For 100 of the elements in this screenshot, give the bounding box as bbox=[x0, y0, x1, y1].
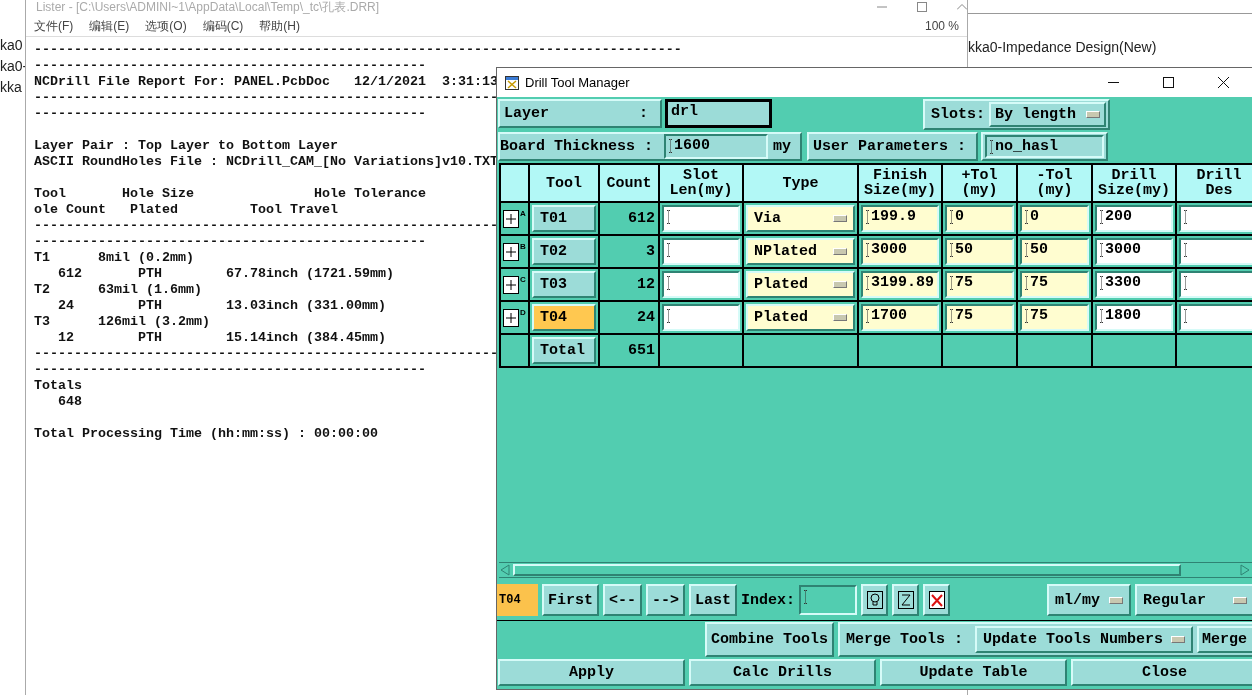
merge-tools-label: Merge Tools : bbox=[844, 630, 964, 650]
text-cursor-icon bbox=[1100, 243, 1103, 257]
menu-item[interactable]: 选项(O) bbox=[145, 17, 187, 35]
report-line: NCDrill File Report For: PANEL.PcbDoc 12/1/2021 3:31:13 bbox=[34, 74, 498, 90]
file-label: ka0 bbox=[0, 36, 24, 54]
text-cursor-icon bbox=[866, 309, 869, 323]
input-field[interactable]: 3199.89 bbox=[861, 271, 939, 298]
delete-button[interactable] bbox=[923, 584, 951, 616]
type-dropdown[interactable]: Plated bbox=[746, 304, 855, 331]
expand-icon[interactable] bbox=[503, 308, 519, 327]
input-field[interactable]: 3300 bbox=[1095, 271, 1173, 298]
input-field[interactable] bbox=[799, 585, 858, 615]
menu-item[interactable]: 文件(F) bbox=[34, 17, 74, 35]
dropdown-indicator-icon bbox=[833, 215, 847, 222]
report-line: ---------------------------------------------------------- bbox=[34, 218, 498, 234]
input-field[interactable]: 50 bbox=[945, 238, 1014, 265]
input-field[interactable] bbox=[662, 238, 740, 265]
action-button[interactable]: Apply bbox=[498, 659, 685, 686]
report-line: Totals bbox=[34, 378, 82, 394]
input-field[interactable] bbox=[1179, 205, 1252, 232]
action-button[interactable]: Close bbox=[1071, 659, 1252, 686]
expand-icon[interactable] bbox=[503, 209, 519, 228]
input-field[interactable] bbox=[662, 304, 740, 331]
input-field[interactable] bbox=[662, 271, 740, 298]
nav-button[interactable]: Last bbox=[689, 584, 738, 616]
file-label: kka0-Impedance Design(New) bbox=[968, 38, 1157, 56]
input-field[interactable] bbox=[1179, 238, 1252, 265]
text-cursor-icon bbox=[1025, 276, 1028, 290]
column-header: -Tol (my) bbox=[1018, 165, 1091, 201]
type-dropdown[interactable]: Via bbox=[746, 205, 855, 232]
current-tool-label: T04 bbox=[497, 584, 538, 616]
file-label: kka bbox=[0, 78, 23, 96]
tool-button[interactable]: T04 bbox=[532, 304, 596, 331]
input-field[interactable]: 1700 bbox=[861, 304, 939, 331]
input-field[interactable]: 200 bbox=[1095, 205, 1173, 232]
tool-button[interactable]: T01 bbox=[532, 205, 596, 232]
input-field[interactable] bbox=[662, 205, 740, 232]
hint-button[interactable] bbox=[861, 584, 889, 616]
tool-button[interactable]: T03 bbox=[532, 271, 596, 298]
menu-item[interactable]: 帮助(H) bbox=[259, 17, 300, 35]
layer-field[interactable]: drl bbox=[665, 99, 772, 128]
input-field[interactable]: 1600 bbox=[664, 134, 768, 159]
expand-icon[interactable] bbox=[503, 242, 519, 261]
slots-label: Slots: bbox=[930, 105, 985, 125]
nav-button[interactable]: <-- bbox=[603, 584, 643, 616]
action-button[interactable]: Calc Drills bbox=[689, 659, 876, 686]
close-icon[interactable] bbox=[1218, 77, 1229, 88]
layer-button[interactable]: Layer : bbox=[498, 99, 662, 128]
merge-button[interactable]: Merge bbox=[1197, 626, 1252, 653]
dropdown-indicator-icon bbox=[1233, 596, 1247, 604]
lightbulb-icon bbox=[866, 591, 883, 609]
total-button[interactable]: Total bbox=[532, 337, 596, 364]
scroll-thumb[interactable] bbox=[513, 564, 1181, 576]
dropdown[interactable]: Update Tools Numbers bbox=[974, 626, 1193, 653]
menu-item[interactable]: 编辑(E) bbox=[89, 17, 130, 35]
text-cursor-icon bbox=[950, 309, 953, 323]
empty-cell bbox=[501, 335, 528, 366]
input-field[interactable]: 75 bbox=[945, 271, 1014, 298]
input-field[interactable]: no_hasl bbox=[985, 135, 1104, 158]
input-field[interactable]: 0 bbox=[1020, 205, 1089, 232]
input-field[interactable]: 0 bbox=[945, 205, 1014, 232]
report-line: T3 126mil (3.2mm) bbox=[34, 314, 210, 330]
dropdown-indicator-icon bbox=[1109, 596, 1123, 604]
report-line: ------------------------------------------------- bbox=[34, 106, 426, 122]
input-field[interactable]: 1800 bbox=[1095, 304, 1173, 331]
dropdown[interactable]: Regular bbox=[1135, 584, 1252, 616]
input-field[interactable]: 3000 bbox=[861, 238, 939, 265]
report-line: Tool Hole Size Hole Tolerance bbox=[34, 186, 426, 202]
text-cursor-icon bbox=[1025, 309, 1028, 323]
action-button[interactable]: Update Table bbox=[880, 659, 1067, 686]
user-parameters-button[interactable]: User Parameters : bbox=[807, 132, 978, 161]
input-field[interactable]: 50 bbox=[1020, 238, 1089, 265]
dropdown[interactable]: By length bbox=[989, 102, 1106, 127]
nav-button[interactable]: First bbox=[542, 584, 599, 616]
swap-button[interactable] bbox=[892, 584, 920, 616]
menu-item[interactable]: 编码(C) bbox=[202, 17, 244, 35]
input-field[interactable]: 199.9 bbox=[861, 205, 939, 232]
report-line: 648 bbox=[57, 394, 82, 410]
expand-icon[interactable] bbox=[503, 275, 519, 294]
tool-button[interactable]: T02 bbox=[532, 238, 596, 265]
maximize-icon[interactable] bbox=[1163, 77, 1174, 88]
column-header: Slot Len(my) bbox=[660, 165, 742, 201]
input-field[interactable]: 75 bbox=[945, 304, 1014, 331]
row-letter: A bbox=[520, 209, 526, 218]
input-field[interactable]: 75 bbox=[1020, 271, 1089, 298]
delete-icon bbox=[928, 591, 945, 609]
text-cursor-icon bbox=[866, 210, 869, 224]
input-field[interactable] bbox=[1179, 271, 1252, 298]
input-field[interactable] bbox=[1179, 304, 1252, 331]
report-line: Total Processing Time (hh:mm:ss) : 00:00:00 bbox=[34, 426, 378, 442]
row-letter: B bbox=[520, 242, 526, 251]
combine-tools-button[interactable]: Combine Tools bbox=[704, 622, 834, 657]
input-field[interactable]: 3000 bbox=[1095, 238, 1173, 265]
dropdown-indicator-icon bbox=[833, 314, 847, 321]
nav-button[interactable]: --> bbox=[646, 584, 686, 616]
dropdown[interactable]: ml/my bbox=[1047, 584, 1131, 616]
input-field[interactable]: 75 bbox=[1020, 304, 1089, 331]
type-dropdown[interactable]: Plated bbox=[746, 271, 855, 298]
report-line: --------------------------------------------------------------------------------- bbox=[34, 42, 682, 58]
type-dropdown[interactable]: NPlated bbox=[746, 238, 855, 265]
